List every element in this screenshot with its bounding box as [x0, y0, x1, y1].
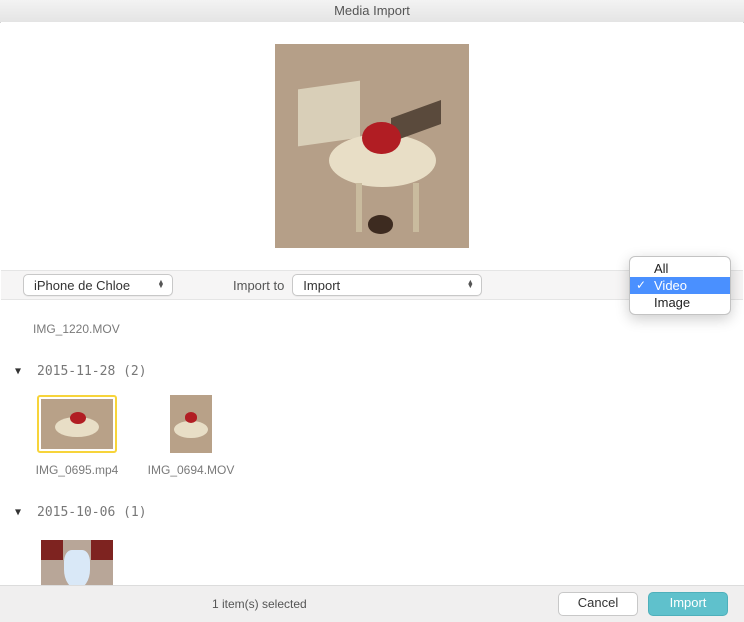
preview-area [1, 22, 743, 270]
thumb-image [41, 399, 113, 449]
group-title: 2015-11-28 (2) [37, 364, 147, 379]
import-to-label: Import to [233, 278, 284, 293]
import-toolbar: iPhone de Chloe Import to Import All Vid… [1, 270, 743, 300]
import-to-value: Import [303, 278, 340, 293]
device-select[interactable]: iPhone de Chloe [23, 274, 173, 296]
group-header[interactable]: ▼ 2015-10-06 (1) [11, 505, 737, 520]
media-filename: IMG_0695.mp4 [36, 463, 119, 477]
thumb-row: IMG_0695.mp4 IMG_0694.MOV [35, 395, 737, 477]
disclosure-triangle-icon[interactable]: ▼ [11, 506, 25, 520]
thumb-row [35, 536, 737, 586]
media-thumb[interactable]: IMG_0695.mp4 [35, 395, 119, 477]
selection-status: 1 item(s) selected [212, 597, 307, 611]
footer-bar: 1 item(s) selected Cancel Import [0, 585, 744, 622]
filter-option-all[interactable]: All [630, 260, 730, 277]
filter-option-image[interactable]: Image [630, 294, 730, 311]
thumb-image [41, 540, 113, 586]
filter-menu: All Video Image [629, 256, 731, 315]
window-title: Media Import [334, 3, 410, 18]
cancel-button[interactable]: Cancel [558, 592, 638, 616]
group-title: 2015-10-06 (1) [37, 505, 147, 520]
import-button[interactable]: Import [648, 592, 728, 616]
preview-image [275, 44, 469, 248]
updown-icon [156, 281, 166, 289]
media-thumb[interactable]: IMG_0694.MOV [149, 395, 233, 477]
media-filename: IMG_0694.MOV [148, 463, 235, 477]
disclosure-triangle-icon[interactable]: ▼ [11, 365, 25, 379]
media-list[interactable]: IMG_1220.MOV ▼ 2015-11-28 (2) IMG_0695.m… [1, 322, 743, 586]
main-area: iPhone de Chloe Import to Import All Vid… [1, 22, 743, 586]
device-select-value: iPhone de Chloe [34, 278, 130, 293]
group-header[interactable]: ▼ 2015-11-28 (2) [11, 364, 737, 379]
filter-option-video[interactable]: Video [630, 277, 730, 294]
media-thumb[interactable] [35, 536, 119, 586]
import-to-select[interactable]: Import [292, 274, 482, 296]
media-filename: IMG_1220.MOV [33, 322, 737, 336]
thumb-image [170, 395, 212, 453]
updown-icon [465, 281, 475, 289]
window-titlebar: Media Import [0, 0, 744, 23]
